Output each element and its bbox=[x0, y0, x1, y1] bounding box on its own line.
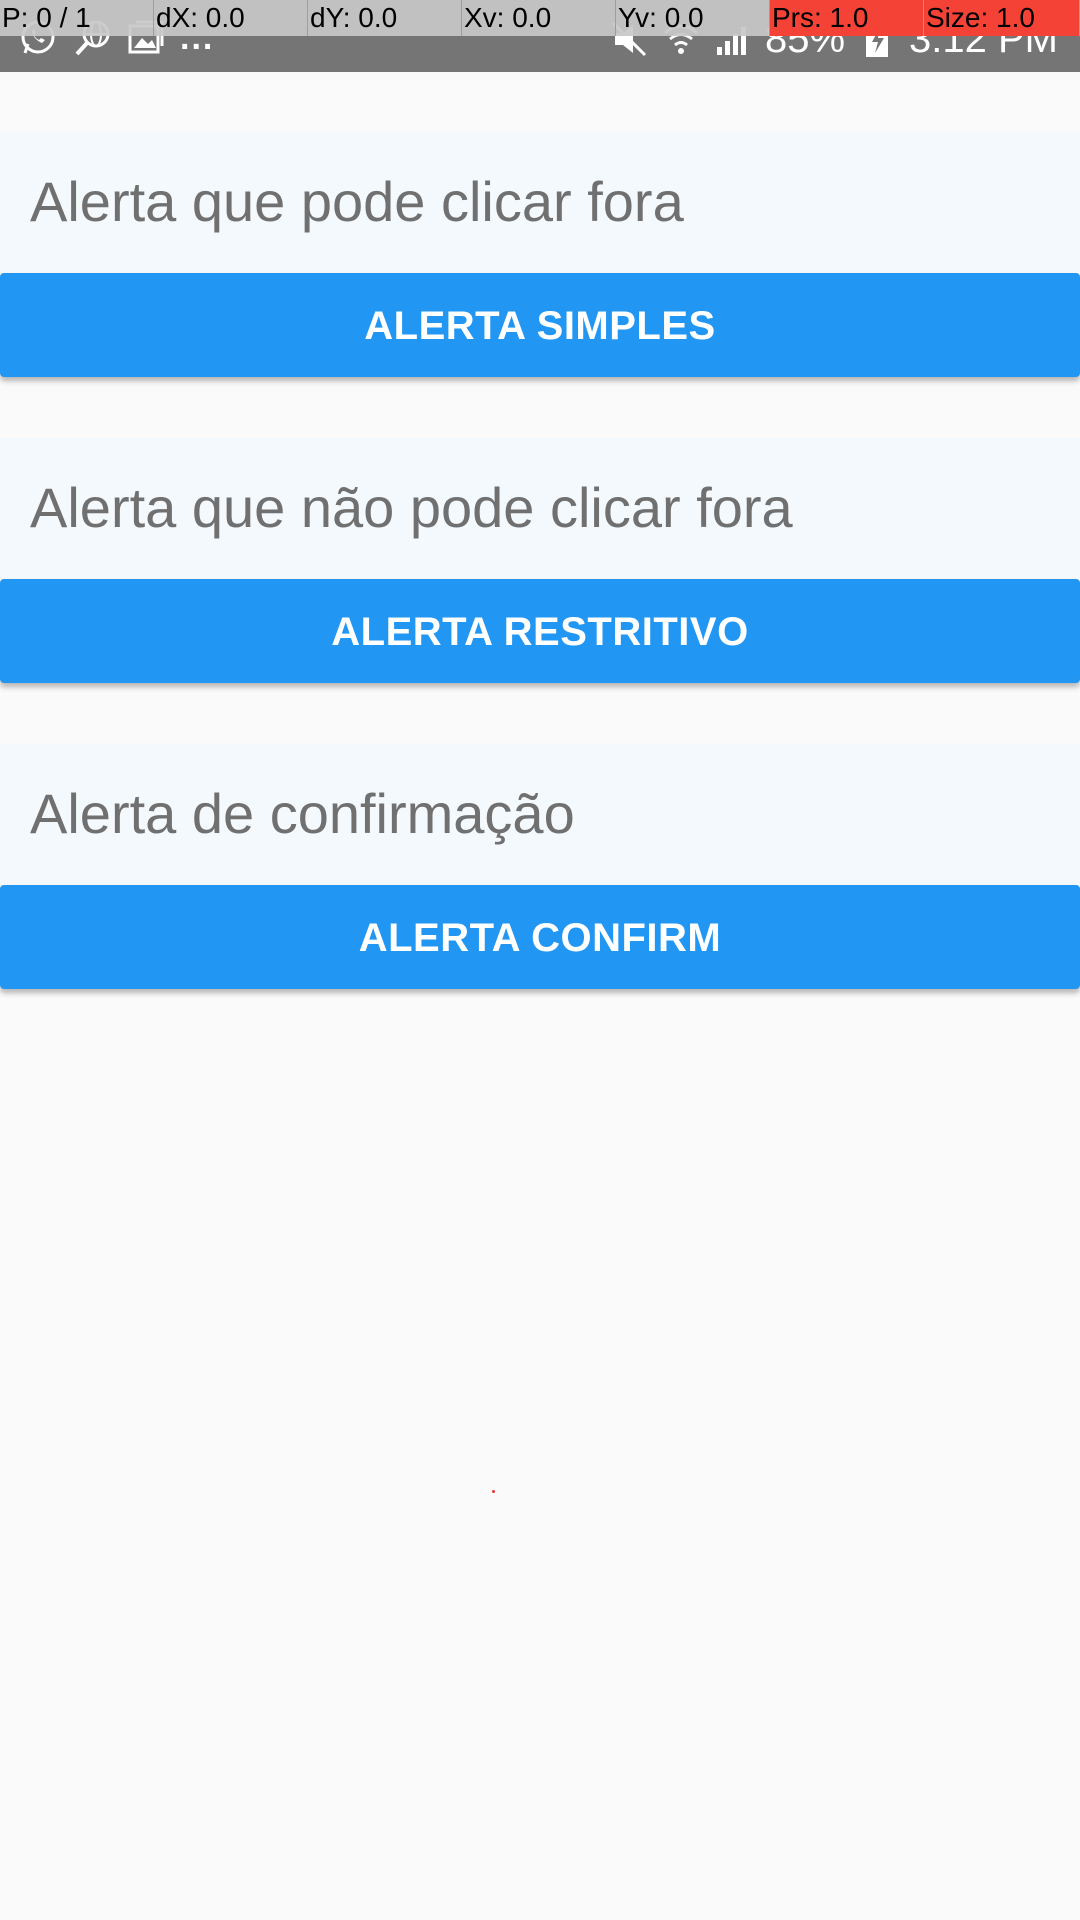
pointer-yv: Yv: 0.0 bbox=[616, 0, 770, 36]
pointer-dy: dY: 0.0 bbox=[308, 0, 462, 36]
alert-restrictive-button[interactable]: ALERTA RESTRITIVO bbox=[0, 579, 1080, 683]
touch-trace-dot bbox=[492, 1490, 495, 1493]
alert-simple-button[interactable]: ALERTA SIMPLES bbox=[0, 273, 1080, 377]
pointer-size: Size: 1.0 bbox=[924, 0, 1080, 36]
section-label: Alerta que pode clicar fora bbox=[0, 132, 1080, 272]
pointer-dx: dX: 0.0 bbox=[154, 0, 308, 36]
section-label: Alerta de confirmação bbox=[0, 744, 1080, 884]
pointer-location-overlay: P: 0 / 1 dX: 0.0 dY: 0.0 Xv: 0.0 Yv: 0.0… bbox=[0, 0, 1080, 36]
alert-confirm-button[interactable]: ALERTA CONFIRM bbox=[0, 885, 1080, 989]
pointer-xv: Xv: 0.0 bbox=[462, 0, 616, 36]
pointer-count: P: 0 / 1 bbox=[0, 0, 154, 36]
section-label: Alerta que não pode clicar fora bbox=[0, 438, 1080, 578]
pointer-pressure: Prs: 1.0 bbox=[770, 0, 924, 36]
